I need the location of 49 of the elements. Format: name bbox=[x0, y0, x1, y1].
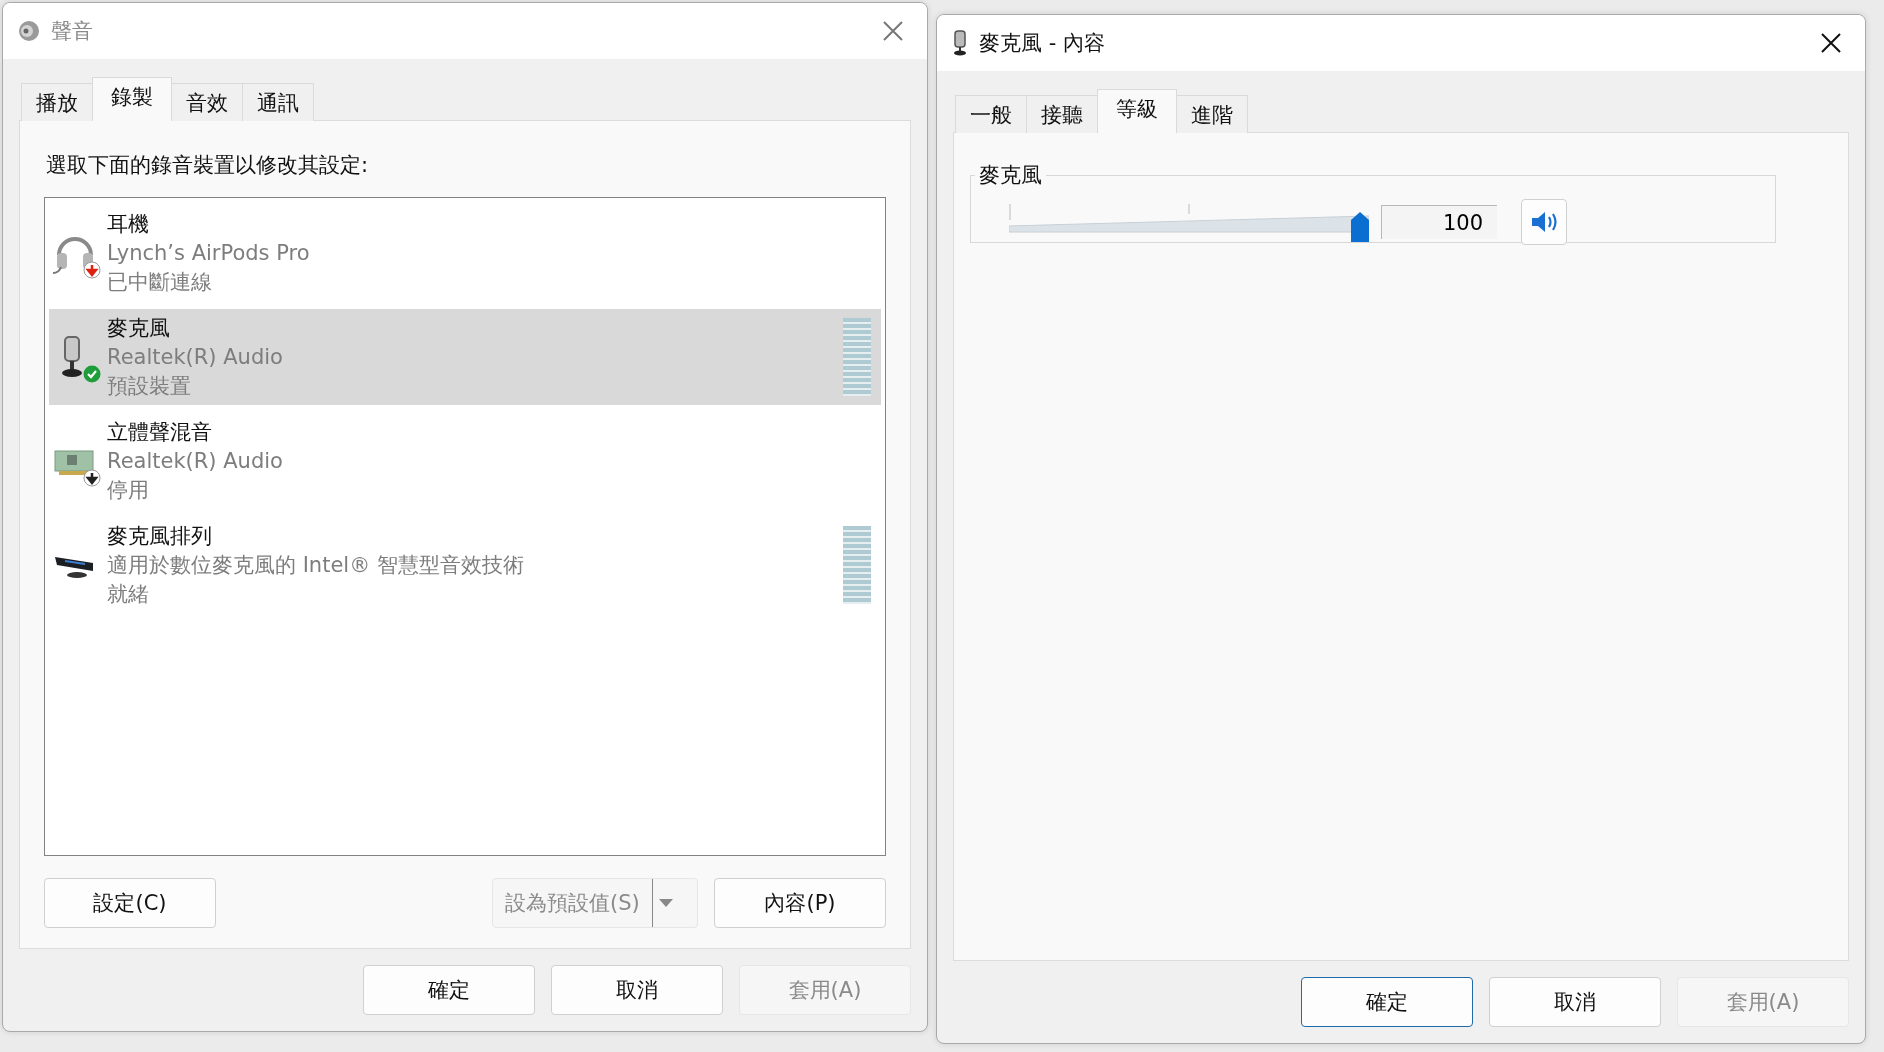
arrow-down-badge-icon bbox=[83, 261, 101, 279]
device-list[interactable]: 耳機 Lynch’s AirPods Pro 已中斷連線 麥克風 Realtek(R) Audio 預設裝置 立體聲混音 Realtek(R) Audio 停用 麥克風排列 適用於數位麥克風的 Intel® 智慧型音效技術 就緒 bbox=[44, 197, 886, 856]
tab[interactable]: 播放 bbox=[21, 83, 93, 121]
device-status: 預設裝置 bbox=[107, 372, 192, 400]
group-label: 麥克風 bbox=[978, 162, 1043, 189]
tab[interactable]: 音效 bbox=[171, 83, 243, 121]
dialog-button[interactable]: 確定 bbox=[363, 965, 535, 1015]
device-description: Lynch’s AirPods Pro bbox=[107, 239, 311, 267]
device-status: 已中斷連線 bbox=[107, 268, 213, 296]
device-name: 麥克風 bbox=[107, 314, 171, 342]
device-description: 適用於數位麥克風的 Intel® 智慧型音效技術 bbox=[107, 551, 525, 579]
window-title: 麥克風 - 內容 bbox=[979, 30, 1106, 57]
speaker-icon bbox=[1529, 209, 1559, 235]
device-name: 麥克風排列 bbox=[107, 522, 213, 550]
slider-thumb[interactable] bbox=[1351, 212, 1369, 242]
microphone-bar-icon bbox=[53, 555, 95, 579]
tab[interactable]: 等級 bbox=[1097, 89, 1177, 133]
dialog-button[interactable]: 取消 bbox=[1489, 977, 1661, 1027]
device-row[interactable]: 麥克風 Realtek(R) Audio 預設裝置 bbox=[49, 309, 881, 405]
dialog-button[interactable]: 確定 bbox=[1301, 977, 1473, 1027]
device-name: 立體聲混音 bbox=[107, 418, 213, 446]
device-name: 耳機 bbox=[107, 210, 150, 238]
device-row[interactable]: 耳機 Lynch’s AirPods Pro 已中斷連線 bbox=[49, 205, 881, 301]
device-status: 停用 bbox=[107, 476, 150, 504]
speaker-icon bbox=[17, 19, 41, 43]
dialog-button[interactable]: 設定(C) bbox=[44, 878, 216, 928]
device-row[interactable]: 麥克風排列 適用於數位麥克風的 Intel® 智慧型音效技術 就緒 bbox=[49, 517, 881, 613]
level-value-field[interactable]: 100 bbox=[1381, 205, 1497, 239]
device-status: 就緒 bbox=[107, 580, 150, 608]
tab[interactable]: 一般 bbox=[955, 95, 1027, 133]
check-badge-icon bbox=[83, 365, 101, 383]
caret-down-icon bbox=[658, 898, 673, 908]
tab[interactable]: 錄製 bbox=[92, 77, 172, 121]
dialog-button[interactable]: 內容(P) bbox=[714, 878, 886, 928]
slider-track[interactable] bbox=[1009, 202, 1369, 242]
mute-toggle-button[interactable] bbox=[1521, 199, 1567, 245]
tab[interactable]: 接聽 bbox=[1026, 95, 1098, 133]
device-description: Realtek(R) Audio bbox=[107, 447, 284, 475]
arrow-down-badge-icon bbox=[83, 469, 101, 487]
instruction-text: 選取下面的錄音裝置以修改其設定: bbox=[46, 152, 370, 179]
dialog-button[interactable]: 取消 bbox=[551, 965, 723, 1015]
device-row[interactable]: 立體聲混音 Realtek(R) Audio 停用 bbox=[49, 413, 881, 509]
close-icon bbox=[881, 19, 905, 43]
close-icon bbox=[1819, 31, 1843, 55]
microphone-icon bbox=[951, 30, 969, 56]
tab[interactable]: 進階 bbox=[1176, 95, 1248, 133]
window-title: 聲音 bbox=[51, 18, 94, 45]
tab[interactable]: 通訊 bbox=[242, 83, 314, 121]
device-description: Realtek(R) Audio bbox=[107, 343, 284, 371]
